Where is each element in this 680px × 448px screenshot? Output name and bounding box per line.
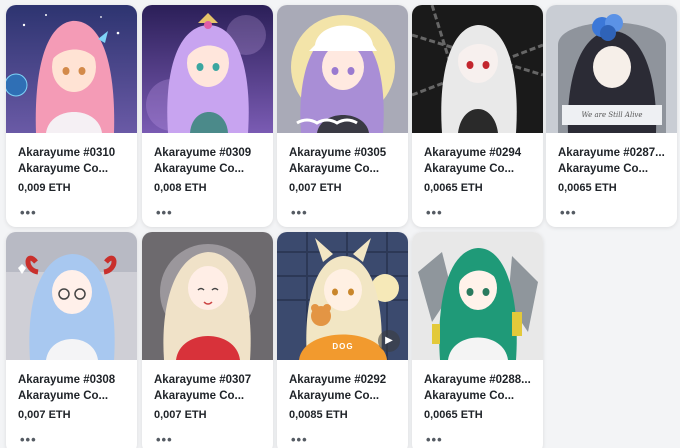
nft-price: 0,007 ETH bbox=[18, 409, 71, 421]
nft-title[interactable]: Akarayume #0308 bbox=[18, 372, 127, 388]
nft-title[interactable]: Akarayume #0287... bbox=[558, 145, 667, 161]
nft-image[interactable] bbox=[6, 232, 137, 360]
nft-price: 0,0065 ETH bbox=[558, 182, 617, 194]
nft-card[interactable]: Akarayume #0288... Akarayume Co... 0,006… bbox=[412, 232, 543, 448]
more-options-icon[interactable]: ••• bbox=[156, 206, 173, 220]
nft-card[interactable]: Akarayume #0308 Akarayume Co... 0,007 ET… bbox=[6, 232, 137, 448]
nft-image[interactable] bbox=[6, 5, 137, 133]
nft-image[interactable]: DOG ▶ bbox=[277, 232, 408, 360]
artwork-illustration bbox=[412, 5, 543, 133]
artwork-illustration bbox=[142, 232, 273, 360]
play-icon[interactable]: ▶ bbox=[378, 330, 400, 352]
nft-price: 0,0085 ETH bbox=[289, 409, 348, 421]
nft-price: 0,007 ETH bbox=[154, 409, 207, 421]
nft-title[interactable]: Akarayume #0310 bbox=[18, 145, 127, 161]
nft-price: 0,007 ETH bbox=[289, 182, 342, 194]
nft-price: 0,0065 ETH bbox=[424, 409, 483, 421]
nft-collection[interactable]: Akarayume Co... bbox=[154, 388, 263, 404]
nft-card[interactable]: Akarayume #0307 Akarayume Co... 0,007 ET… bbox=[142, 232, 273, 448]
nft-card[interactable]: Akarayume #0309 Akarayume Co... 0,008 ET… bbox=[142, 5, 273, 227]
nft-price: 0,008 ETH bbox=[154, 182, 207, 194]
more-options-icon[interactable]: ••• bbox=[20, 433, 37, 447]
artwork-illustration bbox=[412, 232, 543, 360]
nft-card[interactable]: Akarayume #0294 Akarayume Co... 0,0065 E… bbox=[412, 5, 543, 227]
nft-title[interactable]: Akarayume #0307 bbox=[154, 372, 263, 388]
more-options-icon[interactable]: ••• bbox=[291, 206, 308, 220]
artwork-illustration bbox=[142, 5, 273, 133]
nft-title[interactable]: Akarayume #0288... bbox=[424, 372, 533, 388]
nft-image[interactable] bbox=[142, 232, 273, 360]
artwork-banner-text: We are Still Alive bbox=[581, 111, 643, 119]
artwork-illustration bbox=[6, 5, 137, 133]
nft-title[interactable]: Akarayume #0294 bbox=[424, 145, 533, 161]
more-options-icon[interactable]: ••• bbox=[156, 433, 173, 447]
nft-image[interactable]: We are Still Alive bbox=[546, 5, 677, 133]
nft-card[interactable]: DOG ▶ Akarayume #0292 Akarayume Co... 0,… bbox=[277, 232, 408, 448]
nft-collection[interactable]: Akarayume Co... bbox=[289, 388, 398, 404]
nft-price: 0,0065 ETH bbox=[424, 182, 483, 194]
nft-collection[interactable]: Akarayume Co... bbox=[154, 161, 263, 177]
artwork-illustration bbox=[277, 5, 408, 133]
nft-collection[interactable]: Akarayume Co... bbox=[18, 161, 127, 177]
more-options-icon[interactable]: ••• bbox=[291, 433, 308, 447]
nft-collection[interactable]: Akarayume Co... bbox=[18, 388, 127, 404]
more-options-icon[interactable]: ••• bbox=[560, 206, 577, 220]
hoodie-text: DOG bbox=[332, 342, 354, 351]
more-options-icon[interactable]: ••• bbox=[426, 206, 443, 220]
nft-grid: Akarayume #0310 Akarayume Co... 0,009 ET… bbox=[0, 0, 680, 448]
nft-card[interactable]: Akarayume #0310 Akarayume Co... 0,009 ET… bbox=[6, 5, 137, 227]
nft-collection[interactable]: Akarayume Co... bbox=[289, 161, 398, 177]
nft-price: 0,009 ETH bbox=[18, 182, 71, 194]
nft-image[interactable] bbox=[412, 232, 543, 360]
nft-title[interactable]: Akarayume #0309 bbox=[154, 145, 263, 161]
more-options-icon[interactable]: ••• bbox=[426, 433, 443, 447]
nft-image[interactable] bbox=[142, 5, 273, 133]
nft-title[interactable]: Akarayume #0292 bbox=[289, 372, 398, 388]
artwork-illustration bbox=[6, 232, 137, 360]
nft-image[interactable] bbox=[277, 5, 408, 133]
nft-image[interactable] bbox=[412, 5, 543, 133]
nft-card[interactable]: Akarayume #0305 Akarayume Co... 0,007 ET… bbox=[277, 5, 408, 227]
nft-title[interactable]: Akarayume #0305 bbox=[289, 145, 398, 161]
nft-card[interactable]: We are Still Alive Akarayume #0287... Ak… bbox=[546, 5, 677, 227]
nft-collection[interactable]: Akarayume Co... bbox=[558, 161, 667, 177]
nft-collection[interactable]: Akarayume Co... bbox=[424, 161, 533, 177]
nft-collection[interactable]: Akarayume Co... bbox=[424, 388, 533, 404]
more-options-icon[interactable]: ••• bbox=[20, 206, 37, 220]
